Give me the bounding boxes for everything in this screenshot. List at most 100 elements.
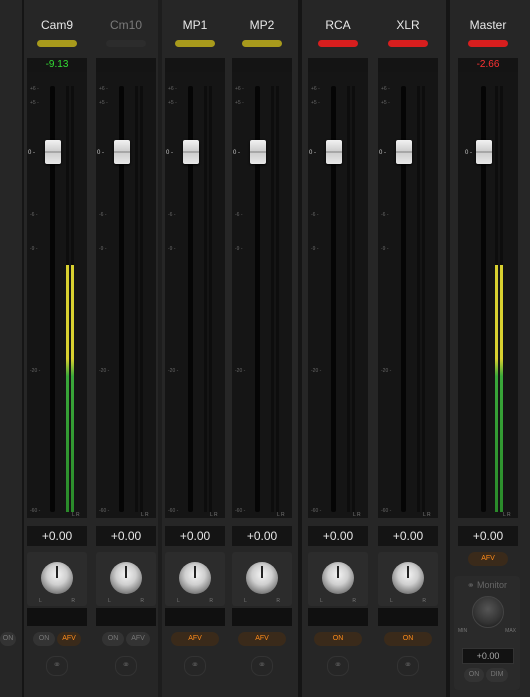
headphones-icon[interactable]: ⚭ [115, 656, 137, 676]
meter-scale-label: -9 - [168, 246, 176, 252]
meter-scale-label: +6 - [30, 86, 39, 92]
pan-left-label: L [39, 598, 42, 604]
channel-status-bar [378, 608, 438, 626]
monitor-max-label: MAX [505, 628, 516, 634]
channel-fader-handle[interactable] [183, 140, 199, 164]
meter-scale-label: +5 - [235, 100, 244, 106]
channel-meter-left [271, 86, 274, 512]
channel-name: MP2 [249, 18, 275, 32]
channel-meter-left [204, 86, 207, 512]
meter-scale-label: -60 - [381, 508, 392, 514]
monitor-level-value[interactable]: +0.00 [462, 648, 514, 664]
meter-scale-label: +6 - [381, 86, 390, 92]
channel-afv-button[interactable]: AFV [238, 632, 286, 646]
channel-lr-label: L R [72, 512, 80, 518]
channel-peak-readout: -9.13 [27, 58, 87, 72]
channel-pan-knob[interactable] [41, 562, 73, 594]
master-meter-left [495, 86, 498, 512]
channel-name: Cm10 [109, 18, 142, 32]
channel-name: RCA [325, 18, 351, 32]
channel-gain-value[interactable]: +0.00 [232, 526, 292, 546]
channel-lr-label: L R [353, 512, 361, 518]
channel-pan-knob[interactable] [110, 562, 142, 594]
channel-status-bar [27, 608, 87, 626]
headphones-icon: ⚭ [466, 580, 475, 590]
master-gain-value[interactable]: +0.00 [458, 526, 518, 546]
master-meter-left-level [495, 264, 498, 512]
pan-left-label: L [108, 598, 111, 604]
meter-scale-label: +5 - [381, 100, 390, 106]
channel-pan-panel: LR [96, 552, 156, 606]
meter-scale-label: +5 - [99, 100, 108, 106]
headphones-icon[interactable]: ⚭ [327, 656, 349, 676]
channel-strip: Cam9 -9.13 +6 - +5 - -6 - -9 - -20 - -60 - 0 - L … [24, 0, 90, 697]
monitor-dim-button[interactable]: DIM [486, 668, 508, 682]
channel-zero-mark: 0 - [166, 150, 174, 156]
meter-scale-label: +6 - [99, 86, 108, 92]
channel-fader-handle[interactable] [45, 140, 61, 164]
channel-zero-mark: 0 - [309, 150, 317, 156]
channel-meter-right [209, 86, 212, 512]
channel-name: XLR [396, 18, 420, 32]
meter-scale-label: -20 - [168, 368, 179, 374]
channel-meter-right [140, 86, 143, 512]
channel-afv-button[interactable]: AFV [126, 632, 150, 646]
meter-scale-label: -6 - [99, 212, 107, 218]
channel-meter-right [276, 86, 279, 512]
meter-scale-label: +6 - [168, 86, 177, 92]
meter-scale-label: +5 - [168, 100, 177, 106]
headphones-icon[interactable]: ⚭ [251, 656, 273, 676]
monitor-level-knob[interactable] [472, 596, 504, 628]
channel-afv-button[interactable]: AFV [171, 632, 219, 646]
monitor-title: ⚭ Monitor [454, 580, 520, 591]
master-afv-button[interactable]: AFV [468, 552, 508, 566]
channel-on-button[interactable]: ON [102, 632, 124, 646]
channel-fader-handle[interactable] [250, 140, 266, 164]
channel-pan-panel: LR [165, 552, 225, 606]
channel-gain-value[interactable]: +0.00 [27, 526, 87, 546]
master-fader-handle[interactable] [476, 140, 492, 164]
headphones-icon[interactable]: ⚭ [184, 656, 206, 676]
channel-on-button[interactable]: ON [384, 632, 432, 646]
channel-pan-panel: LR [27, 552, 87, 606]
channel-fader-handle[interactable] [396, 140, 412, 164]
channel-gain-value[interactable]: +0.00 [96, 526, 156, 546]
channel-tally-light [175, 40, 215, 47]
pan-left-label: L [390, 598, 393, 604]
channel-on-button[interactable]: ON [33, 632, 55, 646]
channel-pan-knob[interactable] [392, 562, 424, 594]
headphones-icon[interactable]: ⚭ [46, 656, 68, 676]
channel-peak-readout [232, 58, 292, 72]
channel-gain-value[interactable]: +0.00 [165, 526, 225, 546]
channel-fader-handle[interactable] [326, 140, 342, 164]
meter-scale-label: -60 - [311, 508, 322, 514]
channel-fader-handle[interactable] [114, 140, 130, 164]
channel-strip: XLR +6 - +5 - -6 - -9 - -20 - -60 - 0 - L R +0.00… [375, 0, 441, 697]
channel-pan-panel: LR [378, 552, 438, 606]
monitor-on-button[interactable]: ON [464, 668, 484, 682]
master-name: Master [469, 18, 507, 32]
meter-scale-label: +6 - [311, 86, 320, 92]
channel-gain-value[interactable]: +0.00 [378, 526, 438, 546]
meter-scale-label: +5 - [311, 100, 320, 106]
pan-right-label: R [352, 598, 356, 604]
headphones-icon[interactable]: ⚭ [397, 656, 419, 676]
channel-peak-readout [308, 58, 368, 72]
channel-tally-light [37, 40, 77, 47]
channel-afv-button[interactable]: AFV [57, 632, 81, 646]
channel-peak-readout [96, 58, 156, 72]
channel-pan-knob[interactable] [322, 562, 354, 594]
pan-right-label: R [422, 598, 426, 604]
channel-gain-value[interactable]: +0.00 [308, 526, 368, 546]
channel-pan-knob[interactable] [246, 562, 278, 594]
left-edge-on-button[interactable]: ON [0, 632, 16, 646]
channel-on-button[interactable]: ON [314, 632, 362, 646]
master-zero-mark: 0 - [465, 150, 473, 156]
meter-scale-label: -60 - [30, 508, 41, 514]
channel-zero-mark: 0 - [379, 150, 387, 156]
channel-pan-knob[interactable] [179, 562, 211, 594]
channel-meter-left [417, 86, 420, 512]
channel-status-bar [96, 608, 156, 626]
channel-zero-mark: 0 - [233, 150, 241, 156]
channel-lr-label: L R [210, 512, 218, 518]
